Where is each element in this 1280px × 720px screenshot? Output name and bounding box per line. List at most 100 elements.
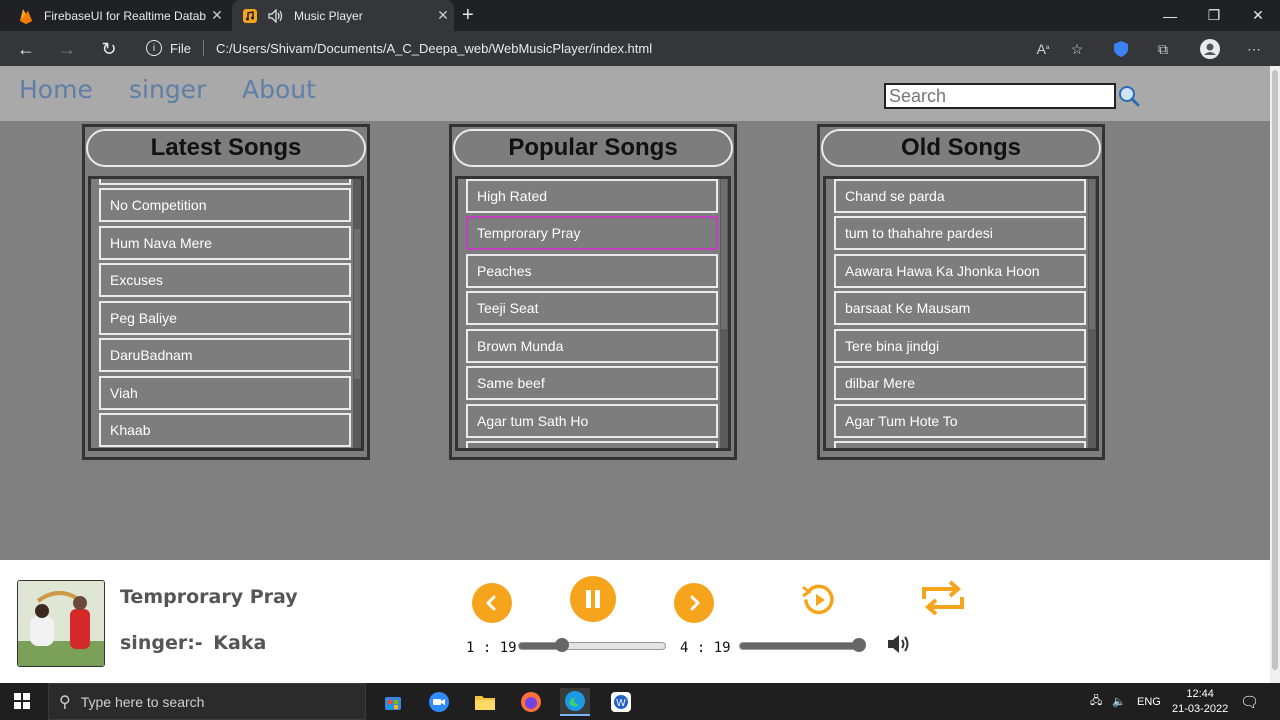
url-scheme: File	[170, 40, 191, 56]
profile-icon[interactable]	[1199, 39, 1221, 59]
page-scrollbar[interactable]	[1270, 66, 1280, 683]
song-item[interactable]: Agar tum Sath Ho	[466, 404, 718, 438]
song-item[interactable]: Teeji Seat	[466, 291, 718, 325]
duration: 4 : 19	[680, 640, 731, 656]
next-button[interactable]	[674, 583, 714, 623]
nav-singer[interactable]: singer	[129, 75, 206, 104]
firefox-icon[interactable]	[516, 688, 546, 716]
panel-title: Old Songs	[821, 129, 1101, 167]
url-field[interactable]: i File C:/Users/Shivam/Documents/A_C_Dee…	[146, 40, 652, 56]
latest-songs-panel: Latest Songs No Competition Hum Nava Mer…	[82, 124, 370, 460]
file-explorer-icon[interactable]	[470, 688, 500, 716]
previous-button[interactable]	[472, 583, 512, 623]
notifications-icon[interactable]: 🗨	[1240, 683, 1259, 720]
windows-taskbar: ⚲ Type here to search W 🖧 🔈 ENG 12:44 21…	[0, 683, 1280, 720]
network-icon[interactable]: 🖧	[1090, 683, 1102, 720]
restore-icon[interactable]: ❐	[1192, 0, 1236, 31]
tab-music-player[interactable]: Music Player ✕	[232, 0, 454, 31]
song-item[interactable]: tum to thahahre pardesi	[834, 216, 1086, 250]
list-item-partial[interactable]	[466, 441, 718, 448]
slider-knob[interactable]	[852, 638, 866, 652]
nav-home[interactable]: Home	[19, 75, 93, 104]
language-indicator[interactable]: ENG	[1137, 683, 1161, 720]
search-input[interactable]	[884, 83, 1116, 109]
forward-icon[interactable]: →	[54, 36, 80, 62]
song-list[interactable]: High Rated Temprorary Pray Peaches Teeji…	[455, 176, 731, 451]
song-item[interactable]: High Rated	[466, 179, 718, 213]
current-time: 1 : 19	[466, 640, 517, 656]
minimize-icon[interactable]: —	[1148, 0, 1192, 31]
song-item[interactable]: barsaat Ke Mausam	[834, 291, 1086, 325]
back-icon[interactable]: ←	[13, 36, 39, 62]
song-item[interactable]: dilbar Mere	[834, 366, 1086, 400]
top-navigation: Home singer About	[0, 66, 1270, 121]
clock-date: 21-03-2022	[1172, 702, 1229, 715]
song-item[interactable]: Peaches	[466, 254, 718, 288]
song-item-selected[interactable]: Temprorary Pray	[466, 216, 718, 250]
clock[interactable]: 12:44 21-03-2022	[1172, 683, 1228, 720]
slider-knob[interactable]	[555, 638, 569, 652]
repeat-icon[interactable]	[918, 577, 968, 619]
list-scrollbar[interactable]	[353, 179, 361, 448]
song-item[interactable]: Same beef	[466, 366, 718, 400]
song-item[interactable]: DaruBadnam	[99, 338, 351, 372]
song-item[interactable]: Tere bina jindgi	[834, 329, 1086, 363]
song-item[interactable]: Peg Baliye	[99, 301, 351, 335]
new-tab-icon[interactable]: +	[462, 4, 474, 27]
refresh-icon[interactable]: ↻	[96, 36, 122, 62]
album-cover	[17, 580, 105, 667]
song-list[interactable]: Chand se parda tum to thahahre pardesi A…	[823, 176, 1099, 451]
list-scrollbar[interactable]	[720, 179, 728, 448]
old-songs-panel: Old Songs Chand se parda tum to thahahre…	[817, 124, 1105, 460]
shield-icon[interactable]	[1110, 39, 1132, 59]
clock-time: 12:44	[1186, 687, 1214, 700]
app-icon[interactable]: W	[606, 688, 636, 716]
info-icon[interactable]: i	[146, 40, 162, 56]
panel-title: Popular Songs	[453, 129, 733, 167]
list-item-partial[interactable]	[834, 441, 1086, 448]
favorite-icon[interactable]: ☆	[1066, 39, 1088, 59]
tab-firebaseui[interactable]: FirebaseUI for Realtime Database ✕	[8, 0, 228, 31]
music-note-icon	[242, 8, 258, 24]
seek-slider[interactable]	[518, 642, 666, 650]
song-item[interactable]: Excuses	[99, 263, 351, 297]
list-scrollbar[interactable]	[1088, 179, 1096, 448]
more-menu-icon[interactable]: ⋯	[1243, 39, 1265, 59]
song-item[interactable]: Brown Munda	[466, 329, 718, 363]
song-item[interactable]: Agar Tum Hote To	[834, 404, 1086, 438]
close-tab-icon[interactable]: ✕	[206, 7, 228, 24]
song-item[interactable]: Hum Nava Mere	[99, 226, 351, 260]
volume-slider[interactable]	[739, 642, 859, 650]
taskbar-search-placeholder: Type here to search	[80, 693, 205, 710]
svg-text:W: W	[616, 698, 626, 709]
read-aloud-icon[interactable]: Aª	[1032, 39, 1054, 59]
song-item[interactable]: Chand se parda	[834, 179, 1086, 213]
now-playing-singer: singer:- Kaka	[120, 632, 267, 654]
taskbar-search[interactable]: ⚲ Type here to search	[48, 683, 366, 720]
extensions-icon[interactable]: ⧉	[1152, 39, 1174, 59]
list-item-partial[interactable]	[99, 179, 351, 185]
popular-songs-panel: Popular Songs High Rated Temprorary Pray…	[449, 124, 737, 460]
tab-title: FirebaseUI for Realtime Database	[44, 8, 206, 23]
zoom-icon[interactable]	[424, 688, 454, 716]
page: Home singer About Latest Songs No Compet…	[0, 66, 1270, 683]
nav-about[interactable]: About	[242, 75, 316, 104]
song-list[interactable]: No Competition Hum Nava Mere Excuses Peg…	[88, 176, 364, 451]
store-icon[interactable]	[378, 688, 408, 716]
edge-icon[interactable]	[560, 688, 590, 716]
url-text: C:/Users/Shivam/Documents/A_C_Deepa_web/…	[215, 40, 653, 56]
song-item[interactable]: Viah	[99, 376, 351, 410]
search-icon[interactable]	[1118, 85, 1140, 107]
volume-icon[interactable]	[886, 633, 912, 655]
replay-icon[interactable]	[800, 581, 838, 619]
song-item[interactable]: Khaab	[99, 413, 351, 447]
window-close-icon[interactable]: ✕	[1236, 0, 1280, 31]
volume-tray-icon[interactable]: 🔈	[1112, 683, 1126, 720]
song-item[interactable]: Aawara Hawa Ka Jhonka Hoon	[834, 254, 1086, 288]
speaker-icon[interactable]	[268, 8, 284, 24]
chevron-right-icon	[690, 595, 700, 611]
close-tab-icon[interactable]: ✕	[432, 7, 454, 24]
song-item[interactable]: No Competition	[99, 188, 351, 222]
windows-start-icon[interactable]	[14, 693, 30, 714]
pause-button[interactable]	[570, 576, 616, 622]
